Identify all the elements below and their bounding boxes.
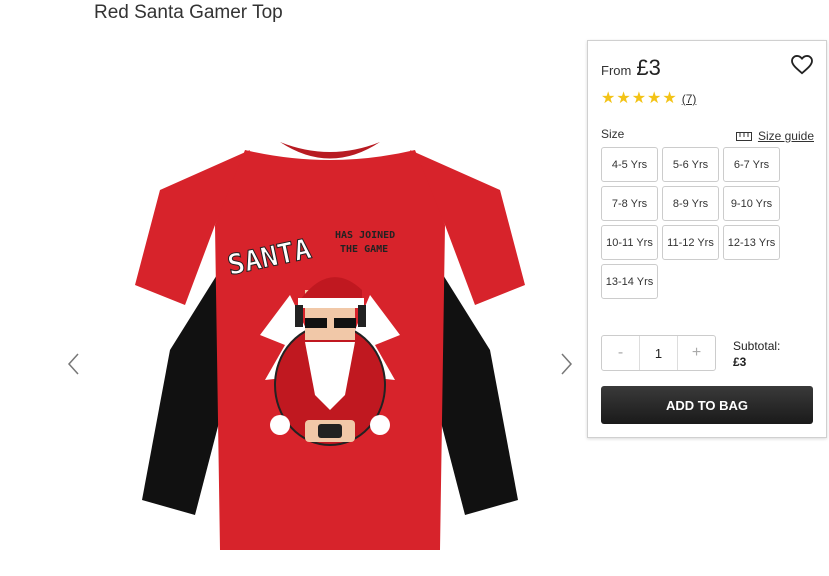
rating: ★ ★ ★ ★ ★ (7) bbox=[601, 91, 696, 107]
star-icon: ★ bbox=[616, 90, 631, 107]
size-options: 4-5 Yrs 5-6 Yrs 6-7 Yrs 7-8 Yrs 8-9 Yrs … bbox=[601, 147, 791, 299]
size-guide-label: Size guide bbox=[757, 129, 814, 143]
quantity-stepper: - 1 + bbox=[601, 335, 716, 371]
size-label: Size bbox=[601, 127, 625, 141]
star-icon: ★ bbox=[662, 90, 677, 107]
size-option[interactable]: 11-12 Yrs bbox=[662, 225, 719, 260]
product-title: Red Santa Gamer Top bbox=[94, 2, 283, 23]
size-option[interactable]: 13-14 Yrs bbox=[601, 264, 658, 299]
quantity-decrease-button[interactable]: - bbox=[602, 336, 639, 370]
size-option[interactable]: 6-7 Yrs bbox=[723, 147, 780, 182]
print-line2: HAS JOINED bbox=[335, 230, 395, 241]
price: £3 bbox=[636, 55, 661, 80]
size-option[interactable]: 8-9 Yrs bbox=[662, 186, 719, 221]
chevron-right-icon[interactable] bbox=[558, 352, 574, 376]
subtotal-label: Subtotal: bbox=[733, 339, 781, 353]
size-option[interactable]: 9-10 Yrs bbox=[723, 186, 780, 221]
subtotal-value: £3 bbox=[733, 355, 747, 369]
add-to-bag-button[interactable]: ADD TO BAG bbox=[601, 386, 813, 424]
size-guide-link[interactable]: Size guide bbox=[735, 129, 814, 143]
chevron-left-icon[interactable] bbox=[66, 352, 82, 376]
purchase-panel: From £3 ★ ★ ★ ★ ★ (7) Size Size guide 4-… bbox=[587, 40, 827, 438]
size-option[interactable]: 5-6 Yrs bbox=[662, 147, 719, 182]
product-image: SANTA HAS JOINED THE GAME bbox=[135, 142, 525, 550]
star-icon: ★ bbox=[647, 90, 662, 107]
product-image-gallery: SANTA HAS JOINED THE GAME bbox=[60, 120, 590, 565]
size-option[interactable]: 12-13 Yrs bbox=[723, 225, 780, 260]
size-option[interactable]: 10-11 Yrs bbox=[601, 225, 658, 260]
size-option[interactable]: 7-8 Yrs bbox=[601, 186, 658, 221]
heart-icon[interactable] bbox=[791, 54, 813, 75]
quantity-increase-button[interactable]: + bbox=[678, 336, 715, 370]
price-row: From £3 bbox=[601, 55, 661, 81]
ruler-icon bbox=[735, 131, 752, 141]
star-icon: ★ bbox=[601, 90, 616, 107]
quantity-input[interactable]: 1 bbox=[639, 336, 678, 370]
subtotal: Subtotal: £3 bbox=[733, 338, 780, 370]
size-option[interactable]: 4-5 Yrs bbox=[601, 147, 658, 182]
print-line3: THE GAME bbox=[340, 244, 388, 255]
star-icon: ★ bbox=[631, 90, 647, 107]
from-label: From bbox=[601, 63, 632, 78]
review-count-link[interactable]: (7) bbox=[682, 92, 697, 106]
